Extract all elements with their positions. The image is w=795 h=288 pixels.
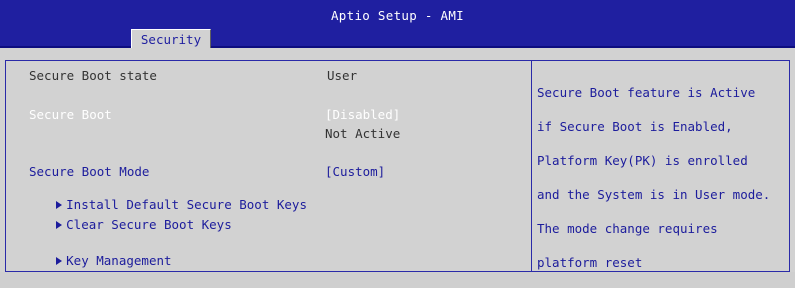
help-line: and the System is in User mode.	[537, 187, 771, 202]
window-title: Aptio Setup - AMI	[330, 8, 465, 23]
secure-boot-state-label: Secure Boot state	[29, 68, 157, 83]
help-line: Platform Key(PK) is enrolled	[537, 153, 748, 168]
key-management-item[interactable]: Key Management	[11, 238, 172, 283]
secure-boot-status: Not Active	[325, 126, 401, 141]
help-text: Secure Boot feature is Active if Secure …	[537, 67, 787, 288]
secure-boot-mode-value[interactable]: [Custom]	[325, 164, 385, 179]
secure-boot-label[interactable]: Secure Boot	[29, 107, 112, 122]
main-panel: Secure Boot state User Secure Boot [Disa…	[0, 48, 795, 272]
bios-setup-screen: Aptio Setup - AMI Security Secure Boot s…	[0, 0, 795, 272]
secure-boot-value[interactable]: [Disabled]	[325, 107, 400, 122]
help-line: The mode change requires	[537, 221, 718, 236]
tab-security[interactable]: Security	[131, 29, 211, 48]
help-divider	[531, 60, 532, 272]
secure-boot-state-value: User	[327, 68, 358, 83]
submenu-arrow-icon	[56, 221, 63, 229]
title-bar: Aptio Setup - AMI Security	[0, 0, 795, 48]
help-line: platform reset	[537, 255, 643, 270]
help-line: Secure Boot feature is Active	[537, 85, 756, 100]
help-line: if Secure Boot is Enabled,	[537, 119, 733, 134]
clear-keys-label: Clear Secure Boot Keys	[66, 217, 232, 232]
key-management-label: Key Management	[66, 253, 172, 268]
secure-boot-mode-label[interactable]: Secure Boot Mode	[29, 164, 149, 179]
submenu-arrow-icon	[56, 257, 63, 265]
